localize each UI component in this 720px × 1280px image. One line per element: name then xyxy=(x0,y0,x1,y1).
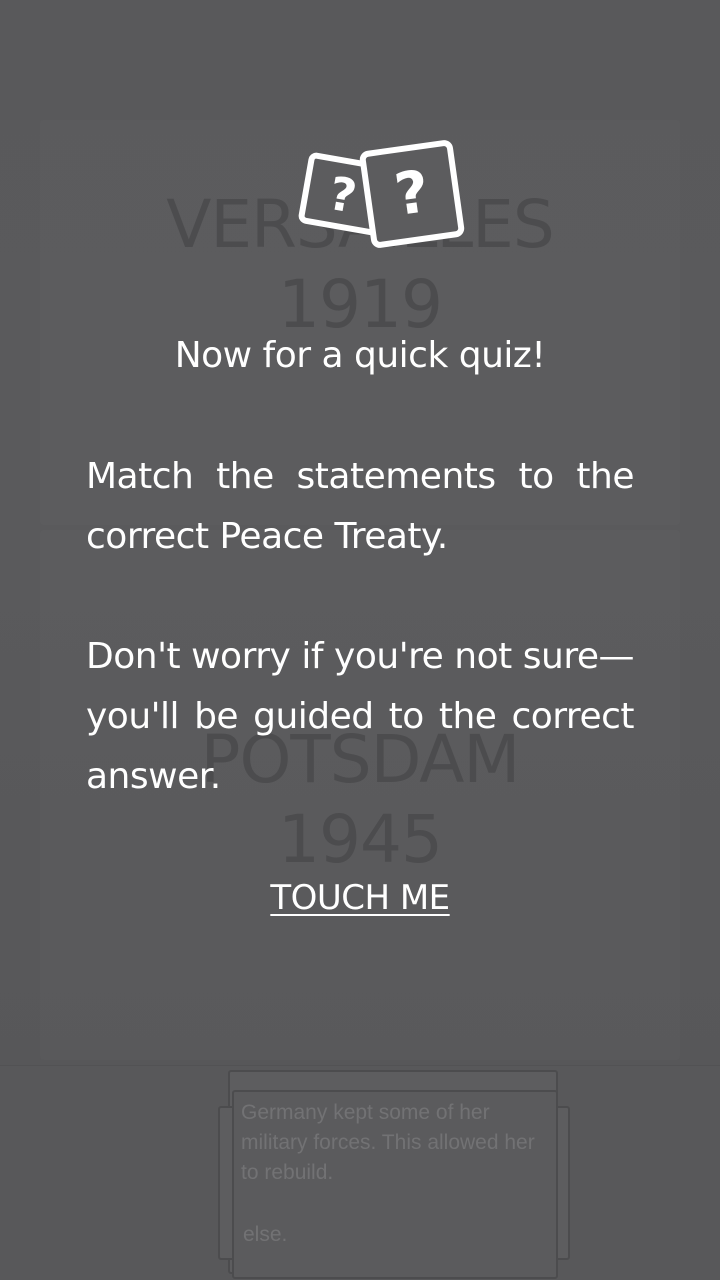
touch-me-container: TOUCH ME xyxy=(0,872,720,924)
quiz-reassurance: Don't worry if you're not sure—you'll be… xyxy=(86,636,635,797)
quiz-intro-screen: VERSAILLES 1919 POTSDAM 1945 Germany kep… xyxy=(0,0,720,1280)
question-cards-icon: ? ? xyxy=(298,140,465,248)
quiz-heading: Now for a quick quiz! xyxy=(174,335,546,376)
touch-me-button[interactable]: TOUCH ME xyxy=(270,878,450,918)
quiz-instructions: Match the statements to the correct Peac… xyxy=(86,456,635,557)
quiz-intro-overlay: ? ? Now for a quick quiz! Match the stat… xyxy=(0,0,720,1280)
